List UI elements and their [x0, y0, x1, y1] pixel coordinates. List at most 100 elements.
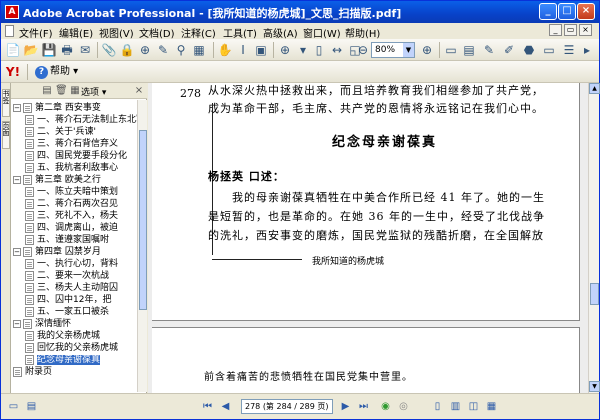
bookmark-item[interactable]: 四、囚中12年，把 [25, 294, 137, 306]
go-previous-view-icon[interactable]: ◉ [379, 400, 392, 413]
comment-note-icon[interactable]: ✎ [481, 42, 497, 58]
stamp-icon[interactable]: ⊕ [137, 42, 153, 58]
page-number-field[interactable]: 278 (第 284 / 289 页) [241, 399, 333, 414]
bookmark-item[interactable]: 回忆我的父亲杨虎城 [25, 342, 137, 354]
previous-page-icon[interactable]: ◀ [219, 400, 232, 413]
collapse-toggle-icon[interactable]: − [13, 247, 21, 256]
bookmark-item[interactable]: 一、蒋介石无法制止东北军 [25, 114, 137, 126]
bookmark-chapter[interactable]: − 第三章 欧美之行 [13, 174, 137, 186]
bookmark-item[interactable]: 我的父亲杨虎城 [25, 330, 137, 342]
bookmark-item[interactable]: 五、我杭者利敌事心 [25, 162, 137, 174]
delete-bookmark-icon[interactable]: 🗑 [55, 85, 68, 97]
first-page-icon[interactable]: ⏮ [201, 400, 214, 413]
continuous-view-icon[interactable]: ▥ [449, 400, 462, 413]
bookmark-item[interactable]: 二、蒋介石两次召见 [25, 198, 137, 210]
print-icon[interactable]: 🖶 [59, 42, 75, 58]
bookmark-item[interactable]: 五、一家五口被杀 [25, 306, 137, 318]
snapshot-icon[interactable]: ▣ [253, 42, 269, 58]
menu-file[interactable]: 文件(F) [19, 25, 53, 40]
hand-tool-icon[interactable]: ✋ [217, 42, 233, 58]
bookmark-item[interactable]: 三、死礼不入，杨夫 [25, 210, 137, 222]
document-scroll-thumb[interactable] [590, 283, 599, 305]
bookmarks-scrollbar[interactable] [137, 100, 147, 392]
menu-help[interactable]: 帮助(H) [345, 25, 380, 40]
single-page-view-icon[interactable]: ▯ [431, 400, 444, 413]
menu-document[interactable]: 文档(D) [139, 25, 175, 40]
review-icon[interactable]: ▦ [191, 42, 207, 58]
close-button[interactable]: × [577, 3, 595, 20]
bookmark-properties-icon[interactable]: ▦ [69, 85, 81, 97]
bookmark-chapter[interactable]: 附录页 [13, 366, 137, 378]
fit-width-icon[interactable]: ↔ [329, 42, 345, 58]
bookmark-item[interactable]: 二、要来一次杭战 [25, 270, 137, 282]
select-text-icon[interactable]: I [235, 42, 251, 58]
single-page-icon[interactable]: ▭ [443, 42, 459, 58]
document-view[interactable]: 278 从水深火热中拯救出来，而且培养教育我们相继参加了共产党， 成为革命干部，… [148, 83, 588, 393]
document-icon[interactable] [5, 25, 14, 37]
actual-size-icon[interactable]: ▯ [311, 42, 327, 58]
menu-window[interactable]: 窗口(W) [303, 25, 341, 40]
pages-tab[interactable]: 页面 [2, 121, 10, 149]
doc-restore-button[interactable]: ▭ [564, 24, 577, 36]
save-icon[interactable]: 💾 [41, 42, 57, 58]
attach-icon[interactable]: 📎 [101, 42, 117, 58]
zoom-level-field[interactable]: 80% ▼ [371, 42, 415, 58]
bookmarks-tab[interactable]: 书签 [2, 89, 10, 117]
menu-tools[interactable]: 工具(T) [223, 25, 257, 40]
yahoo-icon[interactable]: Y! [5, 64, 21, 80]
secure-icon[interactable]: 🔒 [119, 42, 135, 58]
create-pdf-icon[interactable]: 📄 [5, 42, 21, 58]
form-icon[interactable]: ☰ [561, 42, 577, 58]
bookmark-chapter[interactable]: − 深情缅怀 [13, 318, 137, 330]
close-panel-icon[interactable]: × [133, 85, 145, 97]
bookmark-item[interactable]: 三、杨夫人主动陪囚 [25, 282, 137, 294]
sign-icon[interactable]: ✎ [155, 42, 171, 58]
zoom-in-icon[interactable]: ⊕ [277, 42, 293, 58]
bookmark-item[interactable]: 四、国民党要手段分化 [25, 150, 137, 162]
stamp-tool-icon[interactable]: ⬣ [521, 42, 537, 58]
open-folder-icon[interactable]: 📂 [23, 42, 39, 58]
scroll-down-arrow-icon[interactable]: ▼ [589, 381, 600, 392]
zoom-in-plus-icon[interactable]: ⊕ [419, 42, 435, 58]
go-next-view-icon[interactable]: ◎ [397, 400, 410, 413]
zoom-dropdown-icon[interactable]: ▾ [295, 42, 311, 58]
email-icon[interactable]: ✉ [77, 42, 93, 58]
continuous-icon[interactable]: ▤ [461, 42, 477, 58]
collapse-toggle-icon[interactable]: − [13, 175, 21, 184]
bookmark-item[interactable]: 四、调虎离山，被迫 [25, 222, 137, 234]
continuous-facing-view-icon[interactable]: ▦ [485, 400, 498, 413]
zoom-chevron-down-icon[interactable]: ▼ [403, 43, 414, 57]
menu-edit[interactable]: 编辑(E) [59, 25, 93, 40]
menu-comments[interactable]: 注释(C) [181, 25, 216, 40]
bookmark-item[interactable]: 二、关于'兵谏' [25, 126, 137, 138]
next-page-icon[interactable]: ▶ [339, 400, 352, 413]
markup-icon[interactable]: ▭ [541, 42, 557, 58]
minimize-button[interactable]: _ [539, 3, 557, 20]
collapse-toggle-icon[interactable]: − [13, 103, 21, 112]
bookmark-item[interactable]: 纪念母亲谢葆真 [25, 354, 137, 366]
maximize-button[interactable]: □ [558, 3, 576, 20]
collapse-toggle-icon[interactable]: − [13, 319, 21, 328]
highlight-icon[interactable]: ✐ [501, 42, 517, 58]
bookmark-chapter[interactable]: − 第二章 西安事变 [13, 102, 137, 114]
bookmark-item[interactable]: 三、蒋介石背信弃义 [25, 138, 137, 150]
facing-view-icon[interactable]: ◫ [467, 400, 480, 413]
document-scrollbar[interactable]: ▲ ▼ [588, 83, 600, 393]
zoom-out-icon[interactable]: ⊖ [355, 42, 371, 58]
menu-view[interactable]: 视图(V) [99, 25, 134, 40]
page-layout-icon[interactable]: ▭ [7, 400, 20, 413]
doc-close-button[interactable]: × [579, 24, 592, 36]
scroll-up-arrow-icon[interactable]: ▲ [589, 83, 600, 94]
new-bookmark-icon[interactable]: ▤ [41, 85, 53, 97]
bookmark-item[interactable]: 一、陈立夫暗中策划 [25, 186, 137, 198]
help-button[interactable]: ? 帮助 ▾ [35, 64, 78, 80]
bookmark-chapter[interactable]: − 第四章 囚禁岁月 [13, 246, 137, 258]
options-menu[interactable]: 选项 ▾ [81, 85, 106, 98]
doc-minimize-button[interactable]: _ [549, 24, 562, 36]
search-binoculars-icon[interactable]: ⚲ [173, 42, 189, 58]
bookmark-item[interactable]: 五、谨遵家国嘱咐 [25, 234, 137, 246]
scroll-thumb[interactable] [139, 130, 147, 310]
bookmark-item[interactable]: 一、执行心切，背料 [25, 258, 137, 270]
page-size-icon[interactable]: ▤ [25, 400, 38, 413]
last-page-icon[interactable]: ⏭ [357, 400, 370, 413]
